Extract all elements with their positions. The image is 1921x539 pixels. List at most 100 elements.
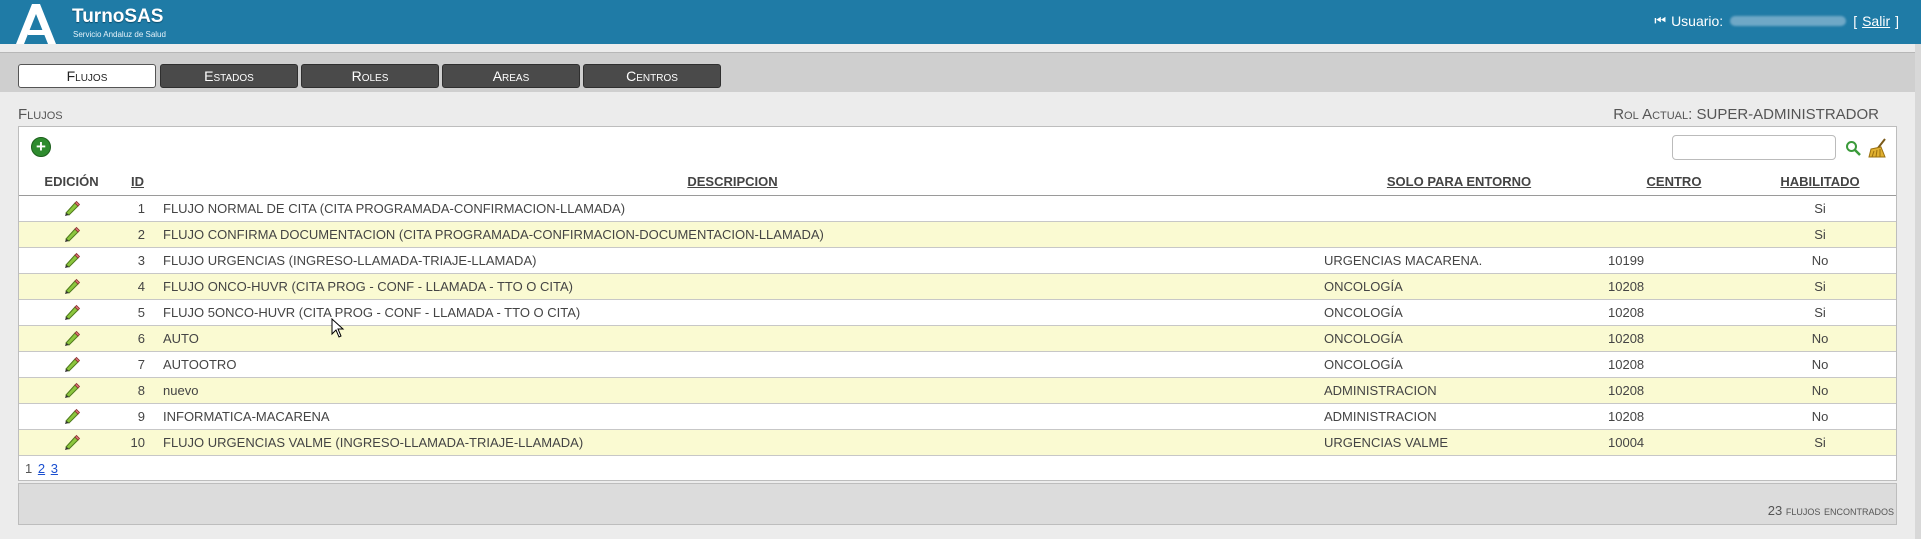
role-value: SUPER-ADMINISTRADOR: [1696, 106, 1879, 123]
cell-habilitado: Si: [1744, 195, 1896, 222]
table-row: 9 INFORMATICA-MACARENA ADMINISTRACION 10208…: [19, 403, 1896, 430]
footer-bar: 23 flujos encontrados: [18, 483, 1897, 525]
cell-centro: 10199: [1604, 247, 1744, 274]
cell-edit: [19, 195, 124, 222]
cell-centro: 10208: [1604, 325, 1744, 352]
cell-entorno: ONCOLOGÍA: [1314, 325, 1604, 352]
logout-link[interactable]: Salir: [1862, 13, 1890, 29]
tab-centros[interactable]: Centros: [583, 64, 721, 88]
cell-habilitado: Si: [1744, 221, 1896, 248]
clear-broom-icon[interactable]: [1867, 137, 1889, 159]
edit-pencil-icon[interactable]: [63, 434, 81, 451]
col-solo-entorno[interactable]: SOLO PARA ENTORNO: [1314, 169, 1604, 196]
cell-entorno: ONCOLOGÍA: [1314, 299, 1604, 326]
cell-entorno: URGENCIAS MACARENA.: [1314, 247, 1604, 274]
cell-centro: [1604, 195, 1744, 222]
cell-descripcion: FLUJO CONFIRMA DOCUMENTACION (CITA PROGR…: [151, 221, 1314, 248]
page-title: Flujos: [18, 106, 63, 123]
edit-pencil-icon[interactable]: [63, 278, 81, 295]
table-body: 1 FLUJO NORMAL DE CITA (CITA PROGRAMADA-C…: [19, 195, 1896, 456]
flujos-panel: + EDICIÓN ID DESCRIPCION SOLO PARA ENTOR…: [18, 126, 1897, 481]
page-link-3[interactable]: 3: [51, 461, 58, 476]
edit-pencil-icon[interactable]: [63, 330, 81, 347]
user-label: Usuario:: [1671, 13, 1724, 29]
table-row: 6 AUTO ONCOLOGÍA 10208 No: [19, 325, 1896, 352]
cell-habilitado: No: [1744, 377, 1896, 404]
cell-edit: [19, 403, 124, 430]
edit-pencil-icon[interactable]: [63, 252, 81, 269]
mouse-cursor: [331, 318, 345, 338]
cell-descripcion: FLUJO ONCO-HUVR (CITA PROG - CONF - LLAM…: [151, 273, 1314, 300]
table-header-row: EDICIÓN ID DESCRIPCION SOLO PARA ENTORNO…: [19, 169, 1896, 196]
search-icon[interactable]: [1845, 140, 1861, 156]
cell-id: 9: [124, 403, 151, 430]
cell-id: 6: [124, 325, 151, 352]
table-row: 10 FLUJO URGENCIAS VALME (INGRESO-LLAMADA…: [19, 429, 1896, 456]
cell-habilitado: Si: [1744, 299, 1896, 326]
page-scrollbar[interactable]: [1915, 44, 1921, 539]
table-row: 5 FLUJO 5ONCO-HUVR (CITA PROG - CONF - LL…: [19, 299, 1896, 326]
cell-id: 1: [124, 195, 151, 222]
cell-id: 8: [124, 377, 151, 404]
cell-centro: 10208: [1604, 403, 1744, 430]
cell-descripcion: INFORMATICA-MACARENA: [151, 403, 1314, 430]
first-page-icon[interactable]: ⏮: [1654, 13, 1666, 29]
cell-habilitado: Si: [1744, 273, 1896, 300]
pagination: 1 2 3: [25, 461, 58, 476]
cell-habilitado: No: [1744, 247, 1896, 274]
cell-centro: 10208: [1604, 351, 1744, 378]
cell-edit: [19, 429, 124, 456]
table-row: 8 nuevo ADMINISTRACION 10208 No: [19, 377, 1896, 404]
edit-pencil-icon[interactable]: [63, 226, 81, 243]
tab-estados[interactable]: Estados: [160, 64, 298, 88]
current-role: Rol Actual: SUPER-ADMINISTRADOR: [1613, 106, 1879, 123]
tab-roles[interactable]: Roles: [301, 64, 439, 88]
cell-edit: [19, 377, 124, 404]
cell-descripcion: nuevo: [151, 377, 1314, 404]
app-title: TurnoSAS: [72, 6, 164, 27]
role-label: Rol Actual:: [1613, 106, 1693, 123]
cell-descripcion: AUTOOTRO: [151, 351, 1314, 378]
results-count: 23 flujos encontrados: [1767, 503, 1894, 518]
cell-edit: [19, 273, 124, 300]
cell-entorno: ONCOLOGÍA: [1314, 351, 1604, 378]
cell-centro: 10208: [1604, 377, 1744, 404]
page-link-2[interactable]: 2: [38, 461, 45, 476]
search-input[interactable]: [1672, 135, 1836, 160]
sas-logo: [16, 4, 56, 44]
user-name-redacted: [1730, 16, 1847, 26]
edit-pencil-icon[interactable]: [63, 356, 81, 373]
col-habilitado[interactable]: HABILITADO: [1744, 169, 1896, 196]
logout-bracket-open: [: [1853, 13, 1858, 29]
cell-habilitado: No: [1744, 325, 1896, 352]
cell-id: 3: [124, 247, 151, 274]
tab-flujos[interactable]: Flujos: [18, 64, 156, 88]
edit-pencil-icon[interactable]: [63, 200, 81, 217]
logout-bracket-close: ]: [1895, 13, 1899, 29]
col-descripcion[interactable]: DESCRIPCION: [151, 169, 1314, 196]
table-row: 2 FLUJO CONFIRMA DOCUMENTACION (CITA PROG…: [19, 221, 1896, 248]
cell-edit: [19, 299, 124, 326]
cell-entorno: ONCOLOGÍA: [1314, 273, 1604, 300]
col-centro[interactable]: CENTRO: [1604, 169, 1744, 196]
edit-pencil-icon[interactable]: [63, 382, 81, 399]
tab-areas[interactable]: Areas: [442, 64, 580, 88]
table-row: 1 FLUJO NORMAL DE CITA (CITA PROGRAMADA-C…: [19, 195, 1896, 222]
edit-pencil-icon[interactable]: [63, 304, 81, 321]
edit-pencil-icon[interactable]: [63, 408, 81, 425]
cell-descripcion: AUTO: [151, 325, 1314, 352]
table-row: 7 AUTOOTRO ONCOLOGÍA 10208 No: [19, 351, 1896, 378]
cell-descripcion: FLUJO 5ONCO-HUVR (CITA PROG - CONF - LLA…: [151, 299, 1314, 326]
cell-id: 5: [124, 299, 151, 326]
col-id[interactable]: ID: [124, 169, 151, 196]
cell-entorno: URGENCIAS VALME: [1314, 429, 1604, 456]
toolbar: +: [19, 127, 1896, 167]
add-icon[interactable]: +: [31, 137, 51, 157]
cell-descripcion: FLUJO URGENCIAS (INGRESO-LLAMADA-TRIAJE-…: [151, 247, 1314, 274]
cell-habilitado: Si: [1744, 429, 1896, 456]
cell-habilitado: No: [1744, 403, 1896, 430]
cell-edit: [19, 351, 124, 378]
user-box: ⏮ Usuario: [ Salir ]: [1654, 13, 1899, 29]
tab-bar: Flujos Estados Roles Areas Centros: [0, 52, 1915, 92]
cell-edit: [19, 247, 124, 274]
